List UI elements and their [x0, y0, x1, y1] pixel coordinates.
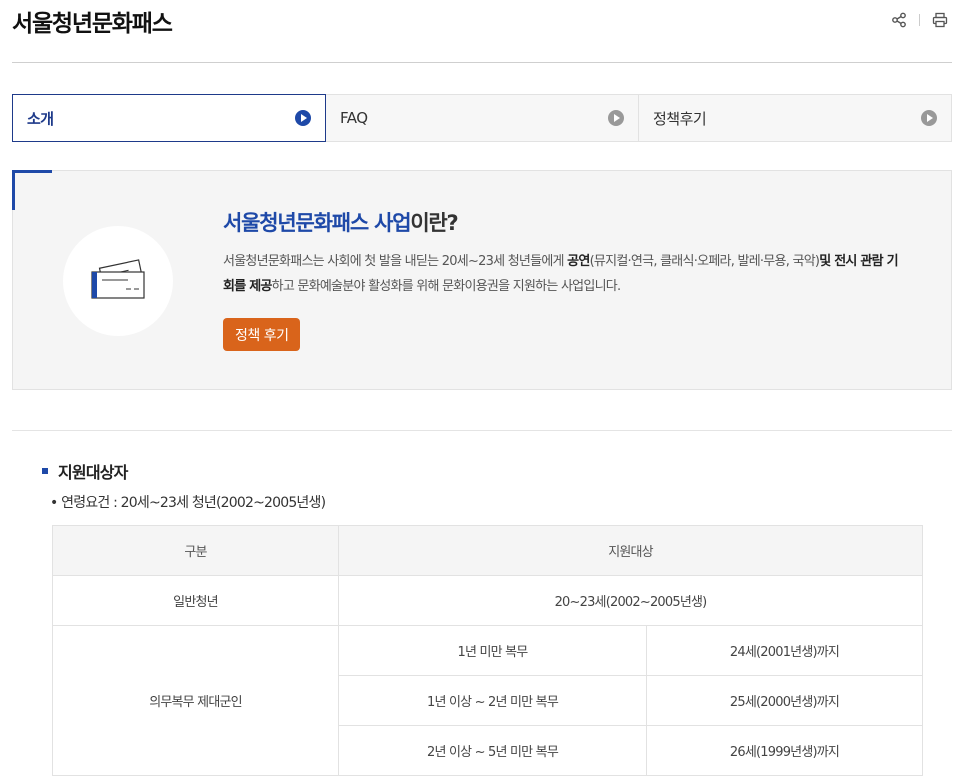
table-cell: 1년 이상 ~ 2년 미만 복무 — [338, 675, 647, 726]
eligibility-table: 구분 지원대상 일반청년 20~23세(2002~2005년생) 의무복무 제대… — [52, 525, 924, 776]
play-arrow-icon — [608, 110, 624, 126]
tab-bar: 소개 FAQ 정책후기 — [12, 94, 952, 142]
table-row: 일반청년 20~23세(2002~2005년생) — [52, 575, 924, 626]
tab-policy-review[interactable]: 정책후기 — [639, 94, 952, 142]
share-icon[interactable] — [889, 10, 909, 30]
table-cell: 24세(2001년생)까지 — [645, 625, 924, 676]
square-bullet-icon — [42, 468, 48, 474]
table-cell: 1년 미만 복무 — [338, 625, 647, 676]
play-arrow-icon — [921, 110, 937, 126]
section-title: 지원대상자 — [42, 459, 128, 483]
table-cell: 2년 이상 ~ 5년 미만 복무 — [338, 725, 647, 776]
title-divider — [12, 62, 952, 63]
table-row: 의무복무 제대군인 1년 미만 복무 24세(2001년생)까지 — [52, 625, 924, 776]
tab-intro[interactable]: 소개 — [12, 94, 326, 142]
print-icon[interactable] — [930, 10, 950, 30]
corner-accent — [12, 170, 52, 173]
corner-accent — [12, 170, 15, 210]
section-divider — [12, 430, 952, 431]
tab-label: 정책후기 — [653, 109, 707, 128]
header-actions — [889, 10, 950, 30]
table-cell: 25세(2000년생)까지 — [645, 675, 924, 726]
page-title: 서울청년문화패스 — [12, 11, 173, 37]
table-cell: 의무복무 제대군인 — [52, 625, 339, 776]
table-header: 구분 — [52, 525, 339, 576]
age-requirement: • 연령요건 : 20세~23세 청년(2002~2005년생) — [50, 495, 326, 511]
intro-heading: 서울청년문화패스 사업이란? — [223, 211, 459, 235]
tab-label: FAQ — [340, 109, 368, 127]
tab-faq[interactable]: FAQ — [326, 94, 639, 142]
play-arrow-icon — [295, 110, 311, 126]
ticket-icon — [91, 259, 145, 299]
action-divider — [919, 14, 920, 26]
table-header-row: 구분 지원대상 — [52, 525, 924, 576]
table-cell: 일반청년 — [52, 575, 339, 626]
intro-box: 서울청년문화패스 사업이란? 서울청년문화패스는 사회에 첫 발을 내딛는 20… — [12, 170, 952, 390]
table-header: 지원대상 — [337, 525, 924, 576]
policy-review-button[interactable]: 정책 후기 — [223, 318, 301, 351]
table-cell: 20~23세(2002~2005년생) — [337, 575, 924, 626]
table-cell: 26세(1999년생)까지 — [645, 725, 924, 776]
intro-description: 서울청년문화패스는 사회에 첫 발을 내딛는 20세~23세 청년들에게 공연(… — [223, 254, 899, 294]
intro-icon-circle — [63, 226, 173, 336]
tab-label: 소개 — [27, 109, 54, 128]
